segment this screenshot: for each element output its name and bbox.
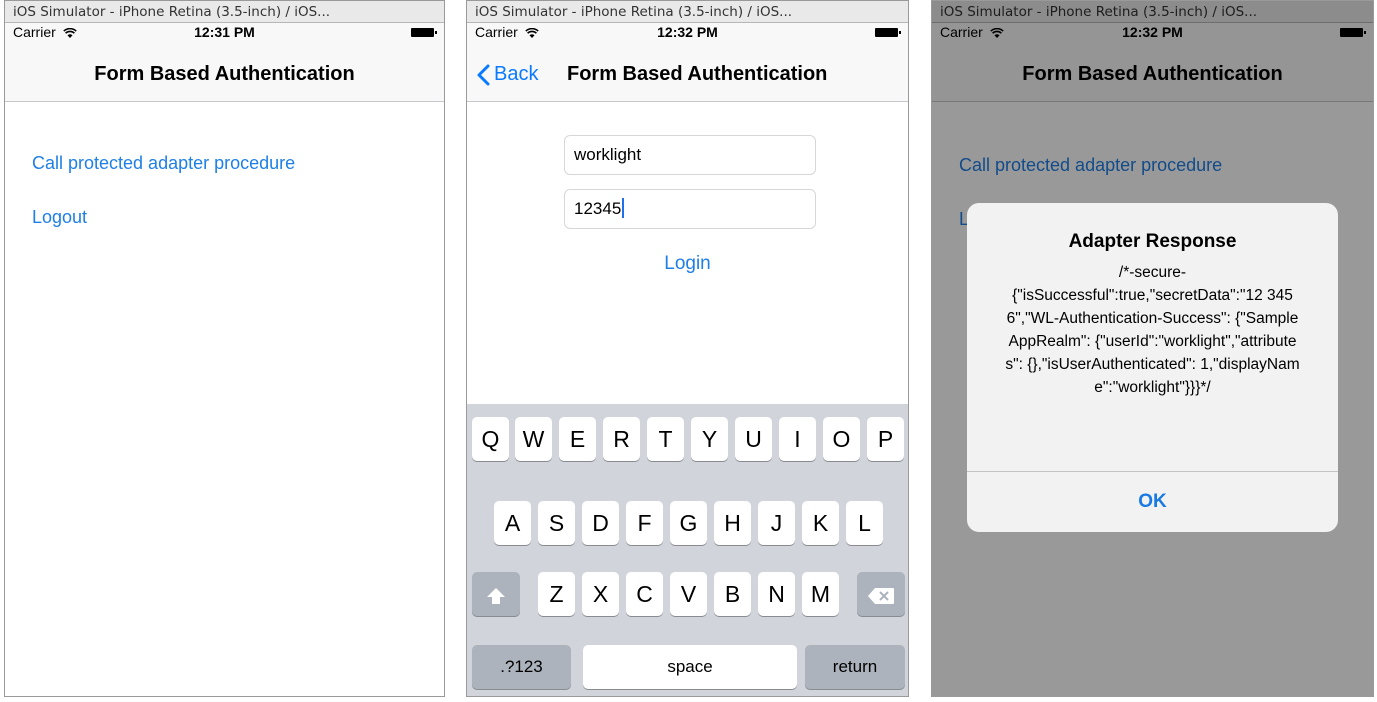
key-p[interactable]: P xyxy=(867,417,904,461)
call-procedure-link[interactable]: Call protected adapter procedure xyxy=(32,153,295,174)
alert-title: Adapter Response xyxy=(1068,231,1237,252)
key-q[interactable]: Q xyxy=(472,417,509,461)
simulator-window-2: iOS Simulator - iPhone Retina (3.5-inch)… xyxy=(466,0,909,697)
navigation-bar: Form Based Authentication xyxy=(5,44,444,102)
key-e[interactable]: E xyxy=(559,417,596,461)
nav-title: Form Based Authentication xyxy=(567,63,828,85)
key-d[interactable]: D xyxy=(582,501,619,545)
status-time: 12:31 PM xyxy=(194,24,255,40)
password-field[interactable]: 12345 xyxy=(564,189,816,229)
key-v[interactable]: V xyxy=(670,572,707,616)
key-c[interactable]: C xyxy=(626,572,663,616)
logout-link[interactable]: Logout xyxy=(32,207,87,228)
key-g[interactable]: G xyxy=(670,501,707,545)
space-key[interactable]: space xyxy=(583,645,797,689)
key-u[interactable]: U xyxy=(735,417,772,461)
shift-key[interactable] xyxy=(472,572,520,616)
key-f[interactable]: F xyxy=(626,501,663,545)
status-bar: Carrier 12:31 PM xyxy=(5,23,444,44)
key-t[interactable]: T xyxy=(647,417,684,461)
chevron-left-icon xyxy=(477,64,490,85)
status-bar: Carrier 12:32 PM xyxy=(467,23,908,44)
key-n[interactable]: N xyxy=(758,572,795,616)
key-j[interactable]: J xyxy=(758,501,795,545)
text-caret xyxy=(622,198,625,218)
key-l[interactable]: L xyxy=(846,501,883,545)
password-value: 12345 xyxy=(574,199,622,218)
simulator-window-1: iOS Simulator - iPhone Retina (3.5-inch)… xyxy=(4,0,445,697)
battery-icon xyxy=(411,28,437,37)
ok-button[interactable]: OK xyxy=(967,491,1338,513)
key-h[interactable]: H xyxy=(714,501,751,545)
delete-key[interactable] xyxy=(857,572,905,616)
back-button[interactable]: Back xyxy=(477,63,538,86)
keyboard: Q W E R T Y U I O P A S D F G H J K L Z … xyxy=(467,404,908,696)
window-title: iOS Simulator - iPhone Retina (3.5-inch)… xyxy=(467,1,908,23)
alert-message: /*-secure- {"isSuccessful":true,"secretD… xyxy=(1005,264,1300,396)
key-r[interactable]: R xyxy=(603,417,640,461)
key-z[interactable]: Z xyxy=(538,572,575,616)
key-x[interactable]: X xyxy=(582,572,619,616)
key-o[interactable]: O xyxy=(823,417,860,461)
navigation-bar: Back Form Based Authentication xyxy=(467,44,908,102)
nav-title: Form Based Authentication xyxy=(94,63,355,85)
username-value: worklight xyxy=(574,145,642,164)
key-k[interactable]: K xyxy=(802,501,839,545)
window-title: iOS Simulator - iPhone Retina (3.5-inch)… xyxy=(5,1,444,23)
numbers-key[interactable]: .?123 xyxy=(472,645,571,689)
battery-icon xyxy=(875,28,901,37)
status-time: 12:32 PM xyxy=(657,24,718,40)
login-button[interactable]: Login xyxy=(467,253,908,275)
alert-divider xyxy=(967,471,1338,472)
username-field[interactable]: worklight xyxy=(564,135,816,175)
back-label: Back xyxy=(494,63,539,85)
alert-dialog: Adapter Response /*-secure- {"isSuccessf… xyxy=(967,203,1338,532)
key-m[interactable]: M xyxy=(802,572,839,616)
return-key[interactable]: return xyxy=(805,645,905,689)
key-a[interactable]: A xyxy=(494,501,531,545)
backspace-icon xyxy=(868,588,894,604)
key-s[interactable]: S xyxy=(538,501,575,545)
key-i[interactable]: I xyxy=(779,417,816,461)
simulator-window-3: iOS Simulator - iPhone Retina (3.5-inch)… xyxy=(931,0,1374,697)
key-y[interactable]: Y xyxy=(691,417,728,461)
key-b[interactable]: B xyxy=(714,572,751,616)
shift-arrow-icon xyxy=(487,588,505,604)
key-w[interactable]: W xyxy=(515,417,552,461)
